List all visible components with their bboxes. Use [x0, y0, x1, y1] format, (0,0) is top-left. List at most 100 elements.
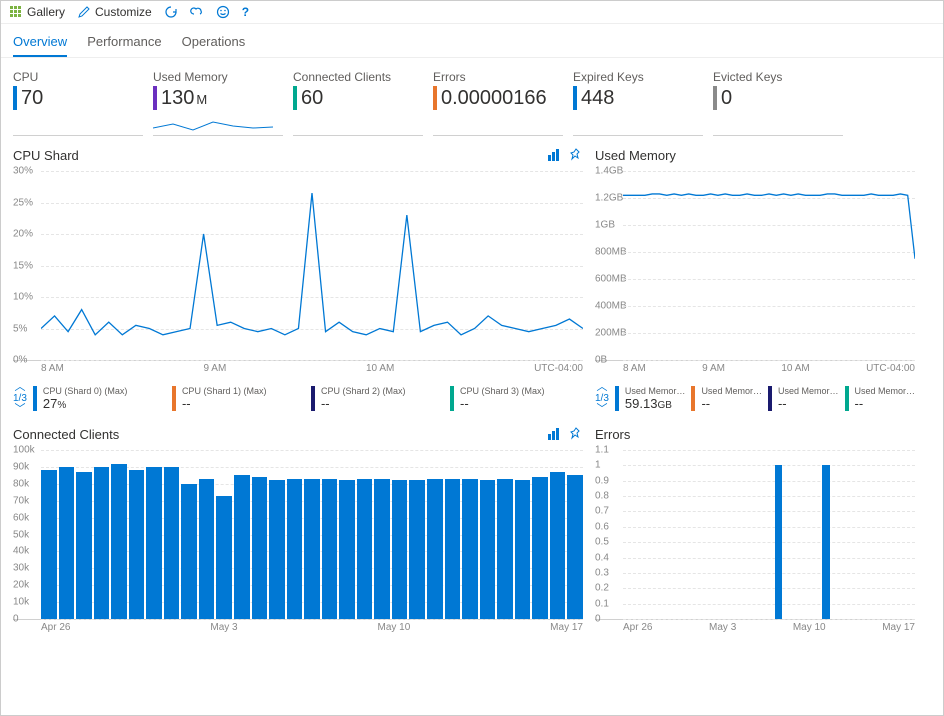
kpi-value: 60	[301, 87, 325, 110]
kpi-strip: CPU 70 Used Memory 130M Connected Client…	[1, 58, 943, 136]
kpi-cpu[interactable]: CPU 70	[13, 70, 143, 136]
legend-pager: ︿1/3﹀	[595, 382, 609, 415]
chevron-down-icon[interactable]: ﹀	[596, 404, 607, 415]
y-tick: 800MB	[595, 247, 627, 258]
y-tick: 0%	[13, 355, 27, 366]
auto-refresh-button[interactable]	[190, 5, 204, 19]
y-tick: 0.9	[595, 475, 609, 486]
legend-value: --	[855, 396, 916, 411]
y-tick: 1	[595, 460, 601, 471]
x-axis-ticks: 8 AM9 AM10 AMUTC-04:00	[595, 361, 915, 374]
legend-item[interactable]: CPU (Shard 3) (Max)--	[450, 386, 583, 411]
bar	[146, 467, 162, 619]
kpi-color-bar	[433, 86, 437, 110]
kpi-label: Errors	[433, 70, 563, 84]
used-memory-chart[interactable]: 0B200MB400MB600MB800MB1GB1.2GB1.4GB	[595, 171, 915, 361]
bar	[269, 480, 285, 619]
kpi-label: Expired Keys	[573, 70, 703, 84]
y-tick: 15%	[13, 260, 33, 271]
feedback-button[interactable]	[216, 5, 230, 19]
bar	[287, 479, 303, 619]
chevron-up-icon[interactable]: ︿	[596, 382, 607, 393]
kpi-connected-clients[interactable]: Connected Clients 60	[293, 70, 423, 136]
gallery-button[interactable]: Gallery	[9, 5, 65, 19]
errors-chart[interactable]: 00.10.20.30.40.50.60.70.80.911.1	[595, 450, 915, 620]
kpi-label: CPU	[13, 70, 143, 84]
tab-operations[interactable]: Operations	[182, 30, 246, 57]
bar	[822, 465, 829, 619]
y-tick: 0.4	[595, 552, 609, 563]
x-tick: May 17	[550, 622, 583, 633]
tab-performance[interactable]: Performance	[87, 30, 161, 57]
tab-overview[interactable]: Overview	[13, 30, 67, 57]
y-tick: 1.2GB	[595, 193, 623, 204]
pin-icon[interactable]	[569, 148, 583, 165]
pin-icon[interactable]	[569, 427, 583, 444]
customize-button[interactable]: Customize	[77, 5, 152, 19]
refresh-button[interactable]	[164, 5, 178, 19]
legend-item[interactable]: CPU (Shard 1) (Max)--	[172, 386, 305, 411]
y-tick: 0.7	[595, 506, 609, 517]
x-tick: 9 AM	[702, 363, 725, 374]
x-axis-ticks: 8 AM9 AM10 AMUTC-04:00	[13, 361, 583, 374]
legend-item[interactable]: Used Memory (Shard 1...--	[768, 386, 839, 411]
bar-chart-icon[interactable]	[547, 427, 561, 444]
legend-item[interactable]: CPU (Shard 0) (Max)27%	[33, 386, 166, 411]
x-tick: 10 AM	[366, 363, 394, 374]
legend-item[interactable]: Used Memory (Shard 2...--	[691, 386, 762, 411]
x-axis-ticks: Apr 26May 3May 10May 17	[595, 620, 915, 633]
kpi-value: 130M	[161, 87, 207, 110]
y-tick: 1.4GB	[595, 166, 623, 177]
y-tick: 30k	[13, 563, 29, 574]
card-title: Used Memory	[595, 148, 915, 163]
connected-clients-chart[interactable]: 010k20k30k40k50k60k70k80k90k100k	[13, 450, 583, 620]
bar	[181, 484, 197, 619]
chevron-down-icon[interactable]: ﹀	[14, 404, 25, 415]
chevron-up-icon[interactable]: ︿	[14, 382, 25, 393]
x-tick: May 10	[377, 622, 410, 633]
kpi-used-memory[interactable]: Used Memory 130M	[153, 70, 283, 136]
kpi-color-bar	[13, 86, 17, 110]
cpu-shard-chart[interactable]: 0%5%10%15%20%25%30%	[13, 171, 583, 361]
kpi-evicted-keys[interactable]: Evicted Keys 0	[713, 70, 843, 136]
bar	[532, 477, 548, 619]
refresh-icon	[164, 5, 178, 19]
x-tick: 10 AM	[781, 363, 809, 374]
y-tick: 0.2	[595, 583, 609, 594]
kpi-color-bar	[293, 86, 297, 110]
bar	[59, 467, 75, 619]
y-tick: 0.6	[595, 521, 609, 532]
x-tick: May 3	[709, 622, 736, 633]
kpi-label: Connected Clients	[293, 70, 423, 84]
legend-name: CPU (Shard 1) (Max)	[182, 386, 305, 396]
legend-item[interactable]: Used Memory (Shard 0...59.13GB	[615, 386, 686, 411]
legend-value: --	[460, 396, 583, 411]
y-tick: 400MB	[595, 301, 627, 312]
legend-item[interactable]: Used Memory (Shard 3...--	[845, 386, 916, 411]
legend-pager: ︿1/3﹀	[13, 382, 27, 415]
bar	[234, 475, 250, 619]
y-tick: 10k	[13, 597, 29, 608]
kpi-value: 448	[581, 87, 616, 110]
y-tick: 80k	[13, 478, 29, 489]
kpi-errors[interactable]: Errors 0.00000166	[433, 70, 563, 136]
bar	[252, 477, 268, 619]
legend-name: CPU (Shard 0) (Max)	[43, 386, 166, 396]
bar-chart-icon[interactable]	[547, 148, 561, 165]
x-tick: 9 AM	[204, 363, 227, 374]
y-tick: 200MB	[595, 328, 627, 339]
bar	[392, 480, 408, 619]
bar	[94, 467, 110, 619]
kpi-expired-keys[interactable]: Expired Keys 448	[573, 70, 703, 136]
timezone-label: UTC-04:00	[534, 363, 583, 374]
card-connected-clients: Connected Clients 010k20k30k40k50k60k70k…	[13, 427, 583, 633]
y-tick: 0.3	[595, 567, 609, 578]
question-icon: ?	[242, 5, 249, 19]
kpi-label: Used Memory	[153, 70, 283, 84]
bar	[357, 479, 373, 619]
y-tick: 0	[595, 614, 601, 625]
legend-item[interactable]: CPU (Shard 2) (Max)--	[311, 386, 444, 411]
bar	[775, 465, 782, 619]
help-button[interactable]: ?	[242, 5, 249, 19]
kpi-label: Evicted Keys	[713, 70, 843, 84]
